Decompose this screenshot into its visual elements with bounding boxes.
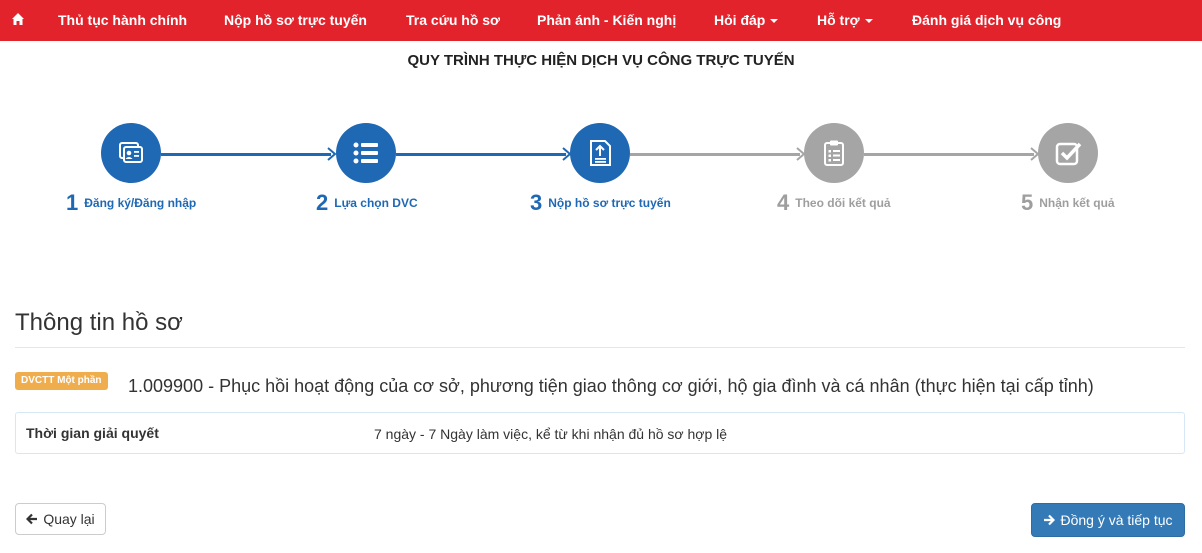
nav-item-hoi-dap[interactable]: Hỏi đáp bbox=[714, 0, 779, 41]
id-card-icon bbox=[119, 142, 143, 163]
arrow-right-icon bbox=[1044, 514, 1056, 526]
info-table: Thời gian giải quyết 7 ngày - 7 Ngày làm… bbox=[15, 412, 1185, 454]
nav-item-danh-gia[interactable]: Đánh giá dịch vụ công bbox=[912, 0, 1061, 41]
step-1-circle bbox=[101, 123, 161, 183]
caret-down-icon bbox=[770, 19, 779, 24]
step-5-number: 5 bbox=[1021, 190, 1034, 215]
processing-time-value: 7 ngày - 7 Ngày làm việc, kể từ khi nhận… bbox=[374, 426, 728, 442]
list-icon bbox=[353, 142, 378, 164]
step-5-label: 5 Nhận kết quả bbox=[1021, 190, 1115, 216]
nav-item-hoi-dap-label: Hỏi đáp bbox=[714, 12, 766, 28]
step-3-number: 3 bbox=[530, 190, 543, 215]
home-icon[interactable] bbox=[11, 12, 25, 26]
step-3-label: 3 Nộp hồ sơ trực tuyến bbox=[530, 190, 671, 216]
step-2-label: 2 Lựa chọn DVC bbox=[316, 190, 418, 216]
step-1-text: Đăng ký/Đăng nhập bbox=[84, 196, 197, 210]
caret-down-icon bbox=[864, 19, 873, 24]
back-button[interactable]: Quay lại bbox=[15, 503, 106, 535]
upload-document-icon bbox=[590, 140, 611, 166]
arrow-left-icon bbox=[26, 513, 38, 525]
step-2-number: 2 bbox=[316, 190, 329, 215]
step-2-circle bbox=[336, 123, 396, 183]
service-title: 1.009900 - Phục hồi hoạt động của cơ sở,… bbox=[128, 376, 1094, 396]
step-4-number: 4 bbox=[777, 190, 790, 215]
agree-continue-button-label: Đồng ý và tiếp tục bbox=[1060, 512, 1173, 528]
step-connector bbox=[864, 153, 1034, 156]
checkbox-icon bbox=[1055, 142, 1082, 166]
step-1-number: 1 bbox=[66, 190, 79, 215]
top-navbar: Thủ tục hành chính Nộp hồ sơ trực tuyến … bbox=[0, 0, 1202, 41]
nav-item-ho-tro-label: Hỗ trợ bbox=[817, 12, 860, 28]
nav-item-ho-tro[interactable]: Hỗ trợ bbox=[817, 0, 873, 41]
agree-continue-button[interactable]: Đồng ý và tiếp tục bbox=[1031, 503, 1185, 537]
processing-time-label: Thời gian giải quyết bbox=[26, 425, 159, 441]
step-5-text: Nhận kết quả bbox=[1039, 196, 1115, 210]
service-level-badge: DVCTT Một phần bbox=[15, 372, 108, 390]
clipboard-list-icon bbox=[824, 140, 844, 166]
step-3-circle bbox=[570, 123, 630, 183]
step-connector bbox=[630, 153, 800, 156]
step-3-text: Nộp hồ sơ trực tuyến bbox=[548, 196, 671, 210]
step-4-circle bbox=[804, 123, 864, 183]
process-title: QUY TRÌNH THỰC HIỆN DỊCH VỤ CÔNG TRỰC TU… bbox=[407, 52, 795, 69]
step-connector bbox=[396, 153, 566, 156]
step-4-label: 4 Theo dõi kết quả bbox=[777, 190, 891, 216]
step-1-label: 1 Đăng ký/Đăng nhập bbox=[66, 190, 196, 216]
step-2-text: Lựa chọn DVC bbox=[334, 196, 418, 210]
divider bbox=[15, 347, 1185, 348]
nav-item-phan-anh[interactable]: Phản ánh - Kiến nghị bbox=[537, 0, 676, 41]
nav-item-nop-ho-so[interactable]: Nộp hồ sơ trực tuyến bbox=[224, 0, 367, 41]
step-4-text: Theo dõi kết quả bbox=[795, 196, 891, 210]
nav-item-thu-tuc[interactable]: Thủ tục hành chính bbox=[58, 0, 187, 41]
nav-item-tra-cuu[interactable]: Tra cứu hồ sơ bbox=[406, 0, 500, 41]
step-5-circle bbox=[1038, 123, 1098, 183]
back-button-label: Quay lại bbox=[43, 511, 95, 527]
step-connector bbox=[161, 153, 331, 156]
info-heading: Thông tin hồ sơ bbox=[15, 309, 183, 336]
